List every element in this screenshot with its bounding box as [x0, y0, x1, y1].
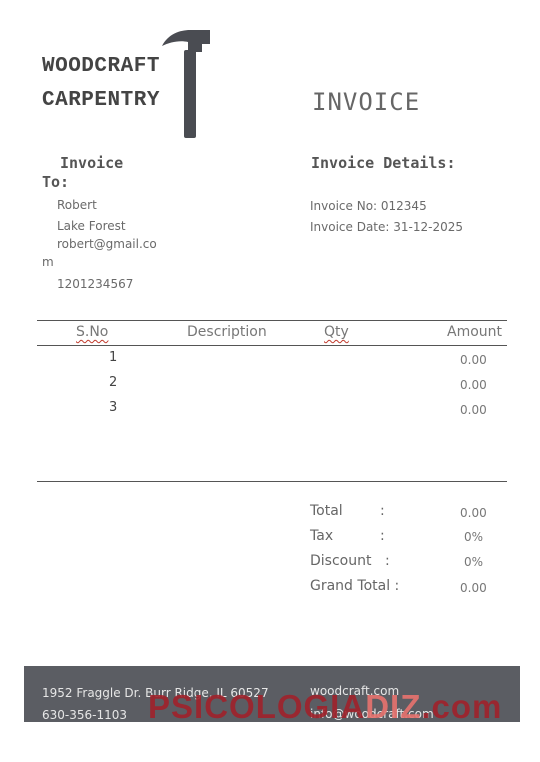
customer-email-wrap: m: [42, 255, 54, 269]
watermark-part-1: PSICOLOGIA: [148, 688, 366, 725]
total-value: 0.00: [460, 506, 487, 520]
discount-value: 0%: [464, 555, 484, 569]
table-row-sno: 2: [109, 375, 118, 390]
watermark-logo: PSICOLOGIADIZ.com: [148, 688, 502, 726]
tax-label: Tax: [310, 528, 334, 544]
column-header-qty: Qty: [324, 324, 349, 340]
table-row-sno: 3: [109, 400, 118, 415]
tax-value: 0%: [464, 530, 484, 544]
table-bottom-rule: [37, 481, 507, 482]
column-header-sno: S.No: [76, 324, 109, 340]
invoice-to-heading: Invoice: [60, 154, 124, 172]
tax-colon: :: [380, 528, 385, 544]
invoice-to-heading-2: To:: [42, 173, 70, 191]
customer-email: robert@gmail.co: [57, 237, 157, 251]
table-row-amount: 0.00: [460, 353, 487, 367]
invoice-date: Invoice Date: 31-12-2025: [310, 220, 463, 234]
table-header-rule: [37, 345, 507, 346]
customer-name: Robert: [57, 198, 97, 212]
hammer-icon: [162, 30, 210, 138]
table-row-sno: 1: [109, 350, 118, 365]
company-name-line2: CARPENTRY: [42, 89, 160, 112]
table-top-rule: [37, 320, 507, 321]
grand-total-label: Grand Total :: [310, 578, 400, 594]
total-label: Total: [310, 503, 343, 519]
table-row-amount: 0.00: [460, 378, 487, 392]
discount-colon: :: [385, 553, 390, 569]
customer-phone: 1201234567: [57, 277, 134, 291]
watermark-part-3: .com: [421, 688, 503, 725]
watermark-part-2: DIZ: [365, 688, 422, 725]
company-name-line1: WOODCRAFT: [42, 55, 160, 78]
discount-label: Discount: [310, 553, 372, 569]
footer-phone: 630-356-1103: [42, 708, 128, 722]
total-colon: :: [380, 503, 385, 519]
table-row-amount: 0.00: [460, 403, 487, 417]
invoice-title: INVOICE: [312, 88, 421, 116]
column-header-description: Description: [187, 324, 267, 340]
customer-city: Lake Forest: [57, 219, 126, 233]
invoice-details-heading: Invoice Details:: [311, 154, 456, 172]
grand-total-value: 0.00: [460, 581, 487, 595]
column-header-amount: Amount: [447, 324, 503, 340]
invoice-number: Invoice No: 012345: [310, 199, 427, 213]
